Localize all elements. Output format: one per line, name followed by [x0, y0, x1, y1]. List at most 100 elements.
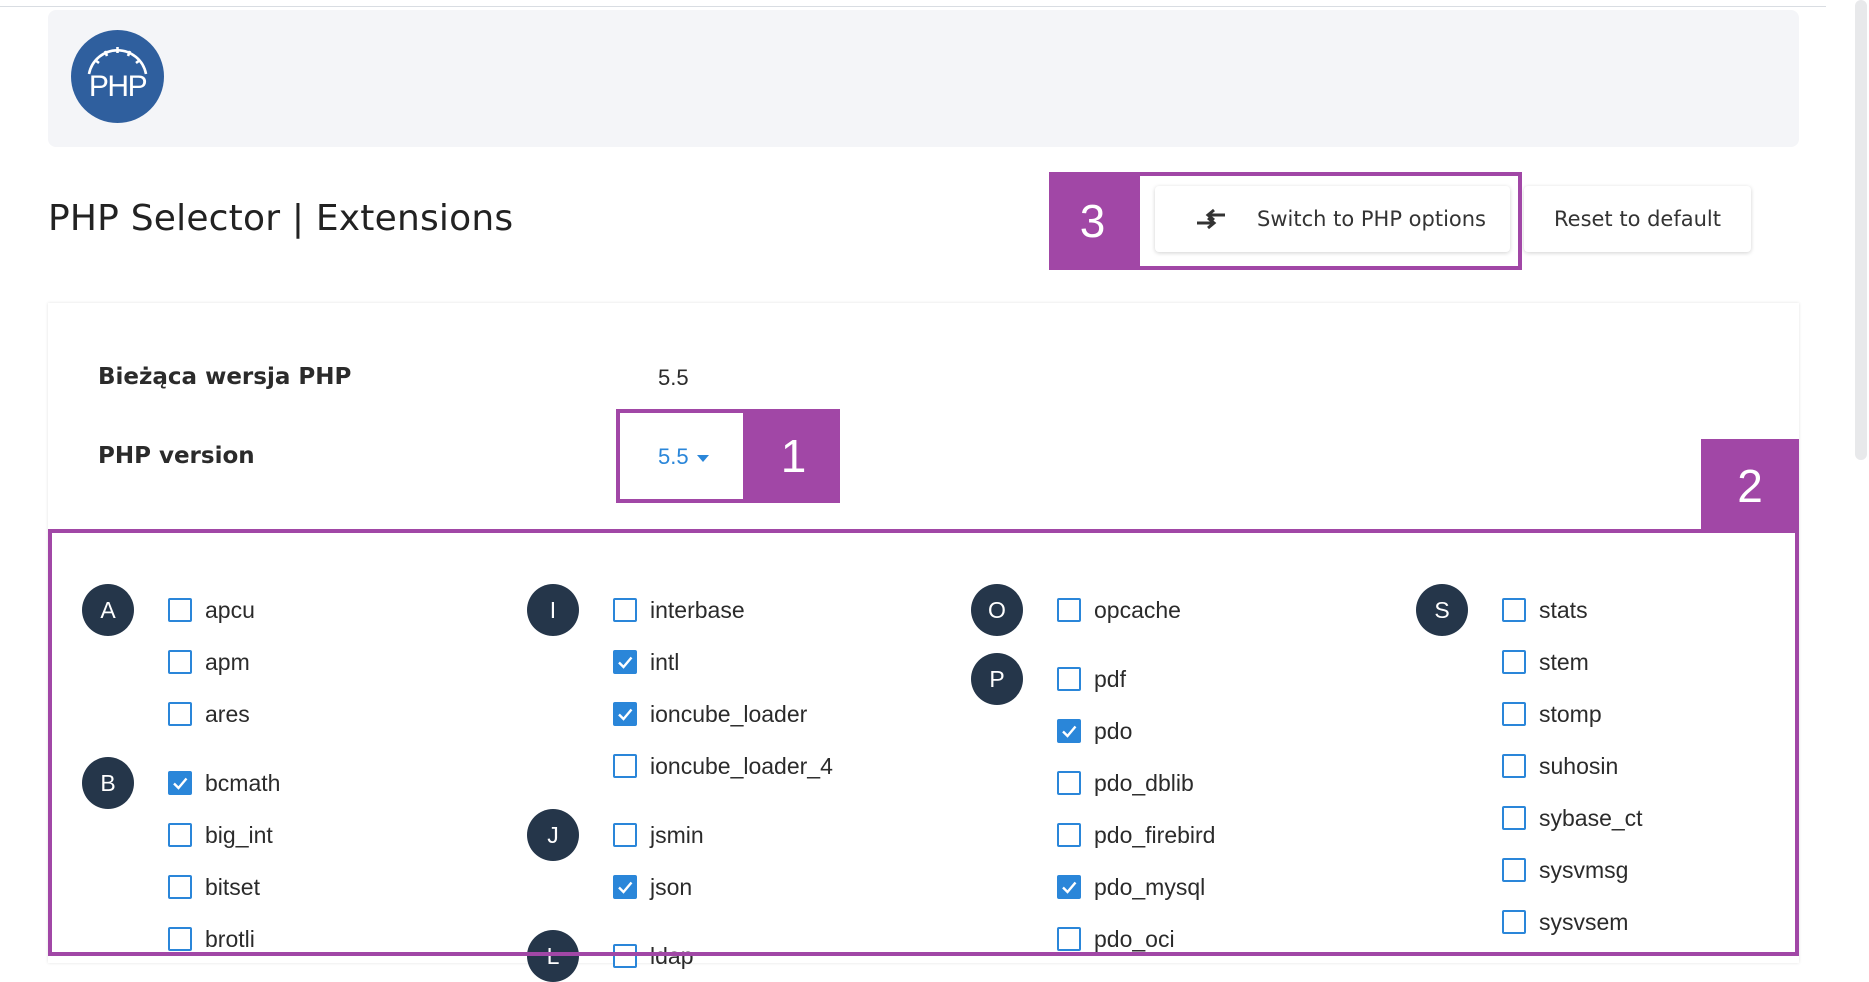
extension-json[interactable]: json [613, 872, 692, 902]
current-version-value: 5.5 [658, 365, 689, 390]
checkmark-icon [618, 708, 633, 721]
extension-label: pdo_mysql [1094, 873, 1206, 900]
extension-stem[interactable]: stem [1502, 647, 1589, 677]
extension-ldap[interactable]: ldap [613, 941, 693, 971]
checkbox-checked[interactable] [168, 771, 192, 795]
letter-badge-i: I [527, 584, 579, 636]
checkbox-checked[interactable] [613, 650, 637, 674]
checkbox[interactable] [168, 927, 192, 951]
marker-1: 1 [747, 409, 840, 503]
extension-intl[interactable]: intl [613, 647, 679, 677]
extension-apcu[interactable]: apcu [168, 595, 255, 625]
checkbox[interactable] [1502, 702, 1526, 726]
extension-ioncube-loader-4[interactable]: ioncube_loader_4 [613, 751, 833, 781]
extension-pdf[interactable]: pdf [1057, 664, 1126, 694]
checkbox-checked[interactable] [1057, 719, 1081, 743]
extension-interbase[interactable]: interbase [613, 595, 745, 625]
php-logo-icon: PHP [71, 30, 164, 123]
checkmark-icon [618, 656, 633, 669]
checkbox[interactable] [1057, 771, 1081, 795]
checkmark-icon [1062, 725, 1077, 738]
letter-badge-a: A [82, 584, 134, 636]
checkbox[interactable] [1502, 650, 1526, 674]
checkmark-icon [1062, 881, 1077, 894]
checkbox[interactable] [613, 823, 637, 847]
letter-badge-j: J [527, 809, 579, 861]
extension-label: apm [205, 648, 250, 675]
extension-apm[interactable]: apm [168, 647, 250, 677]
extension-sybase-ct[interactable]: sybase_ct [1502, 803, 1643, 833]
extension-label: suhosin [1539, 752, 1619, 779]
checkbox[interactable] [168, 598, 192, 622]
checkbox[interactable] [1502, 858, 1526, 882]
extension-stats[interactable]: stats [1502, 595, 1588, 625]
extension-label: opcache [1094, 596, 1181, 623]
checkbox[interactable] [1057, 927, 1081, 951]
extension-label: pdf [1094, 665, 1126, 692]
checkbox[interactable] [1057, 823, 1081, 847]
extension-label: ldap [650, 942, 694, 969]
extension-label: pdo_oci [1094, 925, 1175, 952]
checkbox-checked[interactable] [613, 702, 637, 726]
page-scrollbar[interactable] [1855, 0, 1867, 460]
extension-pdo[interactable]: pdo [1057, 716, 1132, 746]
checkbox[interactable] [168, 875, 192, 899]
checkmark-icon [173, 777, 188, 790]
extension-bitset[interactable]: bitset [168, 872, 260, 902]
extension-brotli[interactable]: brotli [168, 924, 255, 954]
extension-pdo-mysql[interactable]: pdo_mysql [1057, 872, 1205, 902]
checkbox[interactable] [1502, 598, 1526, 622]
checkbox[interactable] [1057, 598, 1081, 622]
checkbox[interactable] [613, 598, 637, 622]
extension-label: stats [1539, 596, 1588, 623]
extension-big-int[interactable]: big_int [168, 820, 273, 850]
checkbox[interactable] [1057, 667, 1081, 691]
marker-3: 3 [1049, 172, 1136, 270]
extension-bcmath[interactable]: bcmath [168, 768, 280, 798]
checkbox[interactable] [168, 702, 192, 726]
extension-label: pdo_dblib [1094, 769, 1194, 796]
extension-label: bcmath [205, 769, 281, 796]
letter-badge-p: P [971, 653, 1023, 705]
checkbox[interactable] [613, 944, 637, 968]
extension-label: sysvmsg [1539, 856, 1629, 883]
extension-pdo-oci[interactable]: pdo_oci [1057, 924, 1175, 954]
letter-badge-b: B [82, 757, 134, 809]
checkbox-checked[interactable] [613, 875, 637, 899]
checkbox[interactable] [168, 650, 192, 674]
switch-to-php-options-button[interactable]: Switch to PHP options [1155, 186, 1510, 252]
extension-label: stem [1539, 648, 1589, 675]
checkbox[interactable] [613, 754, 637, 778]
checkmark-icon [618, 881, 633, 894]
extension-sysvmsg[interactable]: sysvmsg [1502, 855, 1628, 885]
php-version-label: PHP version [98, 443, 255, 469]
checkbox-checked[interactable] [1057, 875, 1081, 899]
checkbox[interactable] [168, 823, 192, 847]
extension-label: ioncube_loader_4 [650, 752, 833, 779]
extension-label: sybase_ct [1539, 804, 1643, 831]
reset-to-default-button[interactable]: Reset to default [1524, 186, 1751, 252]
extension-label: interbase [650, 596, 745, 623]
extension-sysvsem[interactable]: sysvsem [1502, 907, 1628, 937]
extension-label: json [650, 873, 693, 900]
extension-ares[interactable]: ares [168, 699, 250, 729]
chevron-down-icon [696, 455, 709, 462]
extension-pdo-dblib[interactable]: pdo_dblib [1057, 768, 1194, 798]
extension-suhosin[interactable]: suhosin [1502, 751, 1618, 781]
extension-label: ares [205, 700, 250, 727]
swap-arrows-icon [1197, 208, 1225, 230]
checkbox[interactable] [1502, 910, 1526, 934]
extension-stomp[interactable]: stomp [1502, 699, 1602, 729]
extension-label: bitset [205, 873, 260, 900]
php-version-dropdown[interactable]: 5.5 [658, 440, 709, 474]
extension-label: brotli [205, 925, 255, 952]
reset-button-label: Reset to default [1554, 207, 1721, 231]
checkbox[interactable] [1502, 806, 1526, 830]
checkbox[interactable] [1502, 754, 1526, 778]
extension-pdo-firebird[interactable]: pdo_firebird [1057, 820, 1215, 850]
extension-opcache[interactable]: opcache [1057, 595, 1181, 625]
extension-ioncube-loader[interactable]: ioncube_loader [613, 699, 807, 729]
extension-label: jsmin [650, 821, 704, 848]
extension-jsmin[interactable]: jsmin [613, 820, 704, 850]
page-title: PHP Selector | Extensions [48, 198, 514, 239]
